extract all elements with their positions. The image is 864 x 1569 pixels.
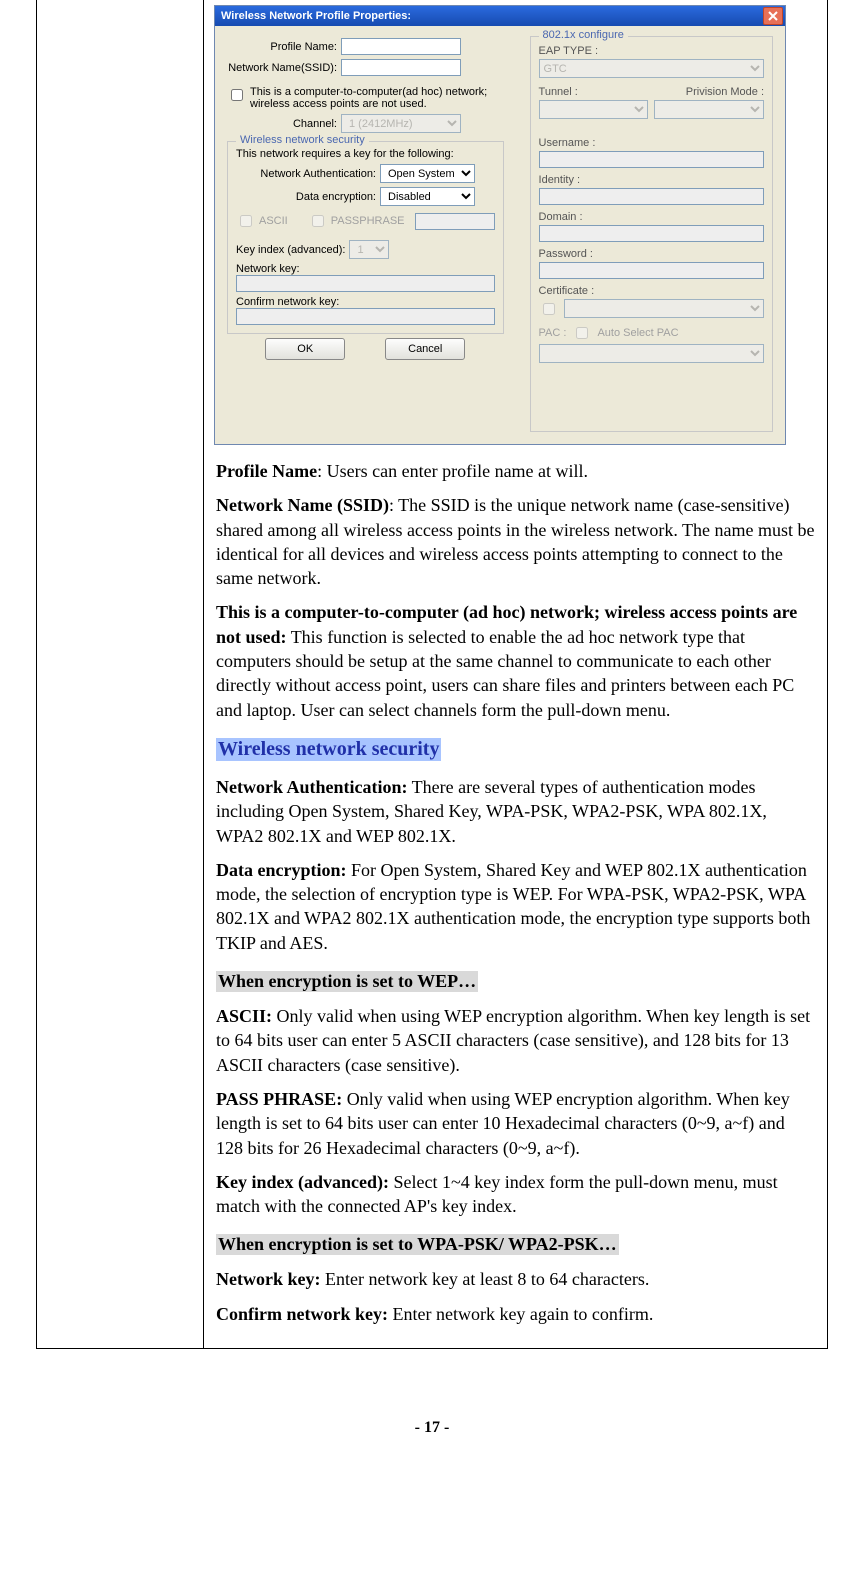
netauth-select[interactable]: Open System xyxy=(380,164,475,183)
dialog-title: Wireless Network Profile Properties: xyxy=(221,10,411,22)
para-confirmkey: Confirm network key: Enter network key a… xyxy=(216,1302,815,1326)
profile-name-input[interactable] xyxy=(341,38,461,55)
confirmkey-label: Confirm network key: xyxy=(236,296,495,308)
para-netauth: Network Authentication: There are severa… xyxy=(216,775,815,848)
adhoc-checkbox[interactable] xyxy=(231,89,243,101)
8021x-legend: 802.1x configure xyxy=(539,29,628,41)
ssid-input[interactable] xyxy=(341,59,461,76)
tunnel-select xyxy=(539,100,649,119)
ascii-label: ASCII xyxy=(259,215,288,227)
para-netkey: Network key: Enter network key at least … xyxy=(216,1267,815,1291)
dialog-right-pane: 802.1x configure EAP TYPE : GTC Tunnel : xyxy=(522,28,781,440)
cert-label: Certificate : xyxy=(539,285,764,297)
para-adhoc: This is a computer-to-computer (ad hoc) … xyxy=(216,600,815,721)
page-number: - 17 - xyxy=(0,1419,864,1437)
security-legend: Wireless network security xyxy=(236,134,369,146)
netkey-input xyxy=(236,275,495,292)
dialog-left-pane: Profile Name: Network Name(SSID): This i… xyxy=(219,28,512,440)
cert-select xyxy=(564,299,764,318)
tunnel-label: Tunnel : xyxy=(539,86,649,98)
pac-label: PAC : xyxy=(539,327,567,339)
security-fieldset: Wireless network security This network r… xyxy=(227,141,504,334)
eap-label: EAP TYPE : xyxy=(539,45,764,57)
adhoc-label: This is a computer-to-computer(ad hoc) n… xyxy=(250,86,504,110)
profile-name-label: Profile Name: xyxy=(227,41,337,53)
ok-button[interactable]: OK xyxy=(265,338,345,360)
subheading-wpa: When encryption is set to WPA-PSK/ WPA2-… xyxy=(216,1234,619,1255)
username-label: Username : xyxy=(539,137,764,149)
para-passphrase: PASS PHRASE: Only valid when using WEP e… xyxy=(216,1087,815,1160)
para-keyindex: Key index (advanced): Select 1~4 key ind… xyxy=(216,1170,815,1219)
section-heading-security: Wireless network security xyxy=(216,738,441,761)
pac-select xyxy=(539,344,764,363)
dataenc-label: Data encryption: xyxy=(236,191,376,203)
para-ssid: Network Name (SSID): The SSID is the uni… xyxy=(216,493,815,590)
channel-label: Channel: xyxy=(227,118,337,130)
8021x-fieldset: 802.1x configure EAP TYPE : GTC Tunnel : xyxy=(530,36,773,432)
password-label: Password : xyxy=(539,248,764,260)
passphrase-label: PASSPHRASE xyxy=(331,215,405,227)
wireless-properties-dialog: Wireless Network Profile Properties: Pro… xyxy=(214,5,786,445)
eap-select: GTC xyxy=(539,59,764,78)
channel-select: 1 (2412MHz) xyxy=(341,114,461,133)
dialog-titlebar: Wireless Network Profile Properties: xyxy=(215,6,785,26)
identity-label: Identity : xyxy=(539,174,764,186)
keyindex-label: Key index (advanced): xyxy=(236,244,345,256)
dataenc-select[interactable]: Disabled xyxy=(380,187,475,206)
para-dataenc: Data encryption: For Open System, Shared… xyxy=(216,858,815,955)
password-input xyxy=(539,262,764,279)
autopac-checkbox xyxy=(576,327,588,339)
privmode-select xyxy=(654,100,764,119)
keyindex-select: 1 xyxy=(349,240,389,259)
para-ascii: ASCII: Only valid when using WEP encrypt… xyxy=(216,1004,815,1077)
close-icon xyxy=(768,11,778,21)
netkey-label: Network key: xyxy=(236,263,495,275)
identity-input xyxy=(539,188,764,205)
para-profile-name: Profile Name: Users can enter profile na… xyxy=(216,459,815,483)
netauth-label: Network Authentication: xyxy=(236,168,376,180)
security-subtext: This network requires a key for the foll… xyxy=(236,148,495,160)
autopac-label: Auto Select PAC xyxy=(597,327,678,339)
confirmkey-input xyxy=(236,308,495,325)
passphrase-input xyxy=(415,213,495,230)
domain-label: Domain : xyxy=(539,211,764,223)
privmode-label: Privision Mode : xyxy=(654,86,764,98)
left-margin-column xyxy=(37,0,204,1348)
domain-input xyxy=(539,225,764,242)
ssid-label: Network Name(SSID): xyxy=(227,62,337,74)
username-input xyxy=(539,151,764,168)
passphrase-checkbox xyxy=(312,215,324,227)
cancel-button[interactable]: Cancel xyxy=(385,338,465,360)
close-button[interactable] xyxy=(763,7,783,25)
ascii-checkbox xyxy=(240,215,252,227)
cert-checkbox xyxy=(543,303,555,315)
subheading-wep: When encryption is set to WEP… xyxy=(216,971,478,992)
